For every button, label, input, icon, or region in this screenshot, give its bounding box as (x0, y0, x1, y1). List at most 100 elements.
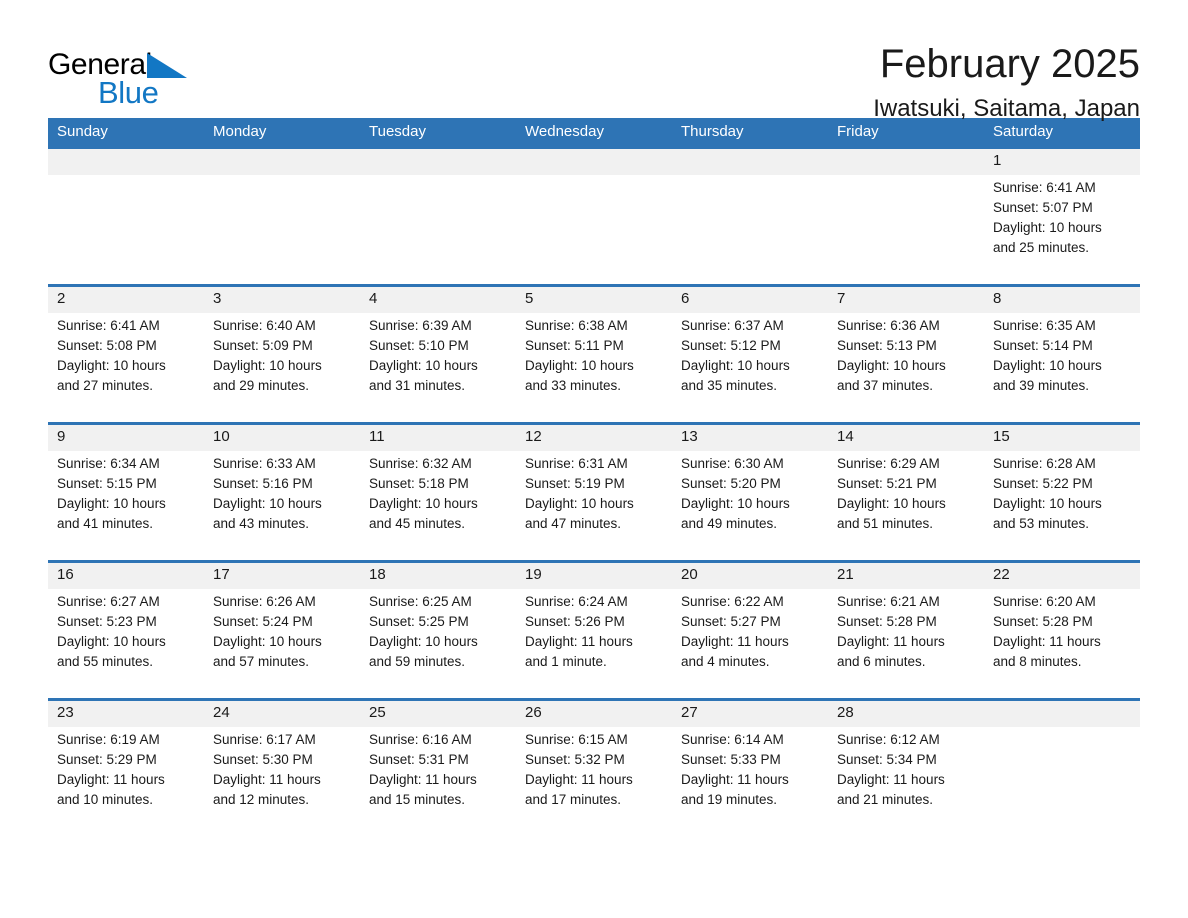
sunrise-time: Sunrise: 6:41 AM (993, 180, 1096, 195)
day-cell[interactable]: 6 Sunrise: 6:37 AM Sunset: 5:12 PM Daylight… (672, 287, 828, 418)
daylight-duration-line1: Daylight: 11 hours (837, 772, 945, 787)
day-number: 1 (993, 152, 1002, 169)
day-cell[interactable]: 14 Sunrise: 6:29 AM Sunset: 5:21 PM Dayligh… (828, 425, 984, 556)
daylight-duration-line1: Daylight: 10 hours (57, 634, 166, 649)
day-cell[interactable]: 21 Sunrise: 6:21 AM Sunset: 5:28 PM Dayligh… (828, 563, 984, 694)
day-cell[interactable]: 10 Sunrise: 6:33 AM Sunset: 5:16 PM Dayligh… (204, 425, 360, 556)
day-cell[interactable]: 18 Sunrise: 6:25 AM Sunset: 5:25 PM Dayligh… (360, 563, 516, 694)
day-sun-info: Sunrise: 6:24 AM Sunset: 5:26 PM Daylight:… (525, 592, 663, 672)
daylight-duration-line1: Daylight: 10 hours (993, 220, 1102, 235)
sunrise-time: Sunrise: 6:25 AM (369, 594, 472, 609)
daylight-duration-line2: and 10 minutes. (57, 792, 154, 807)
day-number: 12 (525, 428, 542, 445)
sunrise-time: Sunrise: 6:31 AM (525, 456, 628, 471)
day-cell[interactable]: 19 Sunrise: 6:24 AM Sunset: 5:26 PM Dayligh… (516, 563, 672, 694)
day-number: 6 (681, 290, 690, 307)
weekday-header-tuesday: Tuesday (369, 123, 426, 140)
daylight-duration-line2: and 4 minutes. (681, 654, 770, 669)
day-cell[interactable]: 11 Sunrise: 6:32 AM Sunset: 5:18 PM Dayligh… (360, 425, 516, 556)
day-cell[interactable]: 27 Sunrise: 6:14 AM Sunset: 5:33 PM Dayligh… (672, 701, 828, 832)
daylight-duration-line1: Daylight: 10 hours (525, 496, 634, 511)
calendar-week-row: 23 Sunrise: 6:19 AM Sunset: 5:29 PM Dayligh… (48, 698, 1140, 832)
day-cell[interactable]: 28 Sunrise: 6:12 AM Sunset: 5:34 PM Dayligh… (828, 701, 984, 832)
day-number: 18 (369, 566, 386, 583)
sunset-time: Sunset: 5:18 PM (369, 476, 469, 491)
sunrise-time: Sunrise: 6:39 AM (369, 318, 472, 333)
day-sun-info: Sunrise: 6:33 AM Sunset: 5:16 PM Daylight:… (213, 454, 351, 534)
day-number: 22 (993, 566, 1010, 583)
daylight-duration-line2: and 19 minutes. (681, 792, 778, 807)
day-cell[interactable]: 5 Sunrise: 6:38 AM Sunset: 5:11 PM Daylight… (516, 287, 672, 418)
daylight-duration-line2: and 39 minutes. (993, 378, 1090, 393)
day-cell[interactable]: 24 Sunrise: 6:17 AM Sunset: 5:30 PM Dayligh… (204, 701, 360, 832)
day-cell[interactable]: 17 Sunrise: 6:26 AM Sunset: 5:24 PM Dayligh… (204, 563, 360, 694)
day-cell[interactable]: 15 Sunrise: 6:28 AM Sunset: 5:22 PM Dayligh… (984, 425, 1140, 556)
daylight-duration-line1: Daylight: 10 hours (213, 634, 322, 649)
sunrise-time: Sunrise: 6:40 AM (213, 318, 316, 333)
daylight-duration-line1: Daylight: 11 hours (525, 772, 633, 787)
day-sun-info: Sunrise: 6:21 AM Sunset: 5:28 PM Daylight:… (837, 592, 975, 672)
day-sun-info: Sunrise: 6:20 AM Sunset: 5:28 PM Daylight:… (993, 592, 1131, 672)
daylight-duration-line2: and 27 minutes. (57, 378, 154, 393)
sunrise-time: Sunrise: 6:14 AM (681, 732, 784, 747)
day-cell[interactable]: 2 Sunrise: 6:41 AM Sunset: 5:08 PM Daylight… (48, 287, 204, 418)
day-sun-info: Sunrise: 6:14 AM Sunset: 5:33 PM Daylight:… (681, 730, 819, 810)
day-cell[interactable]: 25 Sunrise: 6:16 AM Sunset: 5:31 PM Dayligh… (360, 701, 516, 832)
day-cell[interactable]: 26 Sunrise: 6:15 AM Sunset: 5:32 PM Dayligh… (516, 701, 672, 832)
daylight-duration-line1: Daylight: 11 hours (681, 772, 789, 787)
day-cell[interactable]: 22 Sunrise: 6:20 AM Sunset: 5:28 PM Dayligh… (984, 563, 1140, 694)
daylight-duration-line1: Daylight: 11 hours (213, 772, 321, 787)
sunset-time: Sunset: 5:27 PM (681, 614, 781, 629)
day-cell[interactable]: 12 Sunrise: 6:31 AM Sunset: 5:19 PM Dayligh… (516, 425, 672, 556)
day-sun-info: Sunrise: 6:32 AM Sunset: 5:18 PM Daylight:… (369, 454, 507, 534)
daylight-duration-line2: and 12 minutes. (213, 792, 310, 807)
sunrise-time: Sunrise: 6:20 AM (993, 594, 1096, 609)
sunset-time: Sunset: 5:24 PM (213, 614, 313, 629)
day-cell[interactable]: 9 Sunrise: 6:34 AM Sunset: 5:15 PM Daylight… (48, 425, 204, 556)
day-cell[interactable]: 13 Sunrise: 6:30 AM Sunset: 5:20 PM Dayligh… (672, 425, 828, 556)
day-number: 23 (57, 704, 74, 721)
day-number: 3 (213, 290, 222, 307)
sunset-time: Sunset: 5:15 PM (57, 476, 157, 491)
daylight-duration-line2: and 6 minutes. (837, 654, 926, 669)
day-number: 10 (213, 428, 230, 445)
sunrise-time: Sunrise: 6:24 AM (525, 594, 628, 609)
sunset-time: Sunset: 5:20 PM (681, 476, 781, 491)
day-cell[interactable]: 1 Sunrise: 6:41 AM Sunset: 5:07 PM Daylight… (984, 149, 1140, 280)
day-sun-info: Sunrise: 6:39 AM Sunset: 5:10 PM Daylight:… (369, 316, 507, 396)
day-cell[interactable]: 16 Sunrise: 6:27 AM Sunset: 5:23 PM Dayligh… (48, 563, 204, 694)
daylight-duration-line1: Daylight: 11 hours (681, 634, 789, 649)
sunset-time: Sunset: 5:32 PM (525, 752, 625, 767)
day-sun-info: Sunrise: 6:38 AM Sunset: 5:11 PM Daylight:… (525, 316, 663, 396)
daylight-duration-line2: and 21 minutes. (837, 792, 934, 807)
sunset-time: Sunset: 5:28 PM (993, 614, 1093, 629)
page-header: General Blue February 2025 Iwatsuki, Sai… (48, 0, 1140, 122)
daylight-duration-line2: and 8 minutes. (993, 654, 1082, 669)
daylight-duration-line2: and 55 minutes. (57, 654, 154, 669)
day-cell[interactable]: 23 Sunrise: 6:19 AM Sunset: 5:29 PM Dayligh… (48, 701, 204, 832)
daylight-duration-line1: Daylight: 10 hours (57, 358, 166, 373)
day-cell[interactable]: 3 Sunrise: 6:40 AM Sunset: 5:09 PM Daylight… (204, 287, 360, 418)
sunrise-time: Sunrise: 6:26 AM (213, 594, 316, 609)
sunset-time: Sunset: 5:14 PM (993, 338, 1093, 353)
sunset-time: Sunset: 5:07 PM (993, 200, 1093, 215)
sunset-time: Sunset: 5:12 PM (681, 338, 781, 353)
day-cell[interactable]: 7 Sunrise: 6:36 AM Sunset: 5:13 PM Daylight… (828, 287, 984, 418)
sunset-time: Sunset: 5:29 PM (57, 752, 157, 767)
sunset-time: Sunset: 5:08 PM (57, 338, 157, 353)
daylight-duration-line1: Daylight: 10 hours (57, 496, 166, 511)
sunrise-time: Sunrise: 6:33 AM (213, 456, 316, 471)
calendar-week-row: 2 Sunrise: 6:41 AM Sunset: 5:08 PM Daylight… (48, 284, 1140, 418)
daylight-duration-line2: and 35 minutes. (681, 378, 778, 393)
sunset-time: Sunset: 5:22 PM (993, 476, 1093, 491)
daylight-duration-line2: and 47 minutes. (525, 516, 622, 531)
day-sun-info: Sunrise: 6:30 AM Sunset: 5:20 PM Daylight:… (681, 454, 819, 534)
day-cell[interactable]: 4 Sunrise: 6:39 AM Sunset: 5:10 PM Daylight… (360, 287, 516, 418)
sunrise-time: Sunrise: 6:29 AM (837, 456, 940, 471)
day-cell[interactable]: 8 Sunrise: 6:35 AM Sunset: 5:14 PM Daylight… (984, 287, 1140, 418)
day-cell-empty (516, 149, 672, 280)
sunrise-time: Sunrise: 6:41 AM (57, 318, 160, 333)
title-block: February 2025 Iwatsuki, Saitama, Japan (873, 0, 1140, 126)
sunset-time: Sunset: 5:33 PM (681, 752, 781, 767)
day-cell[interactable]: 20 Sunrise: 6:22 AM Sunset: 5:27 PM Dayligh… (672, 563, 828, 694)
